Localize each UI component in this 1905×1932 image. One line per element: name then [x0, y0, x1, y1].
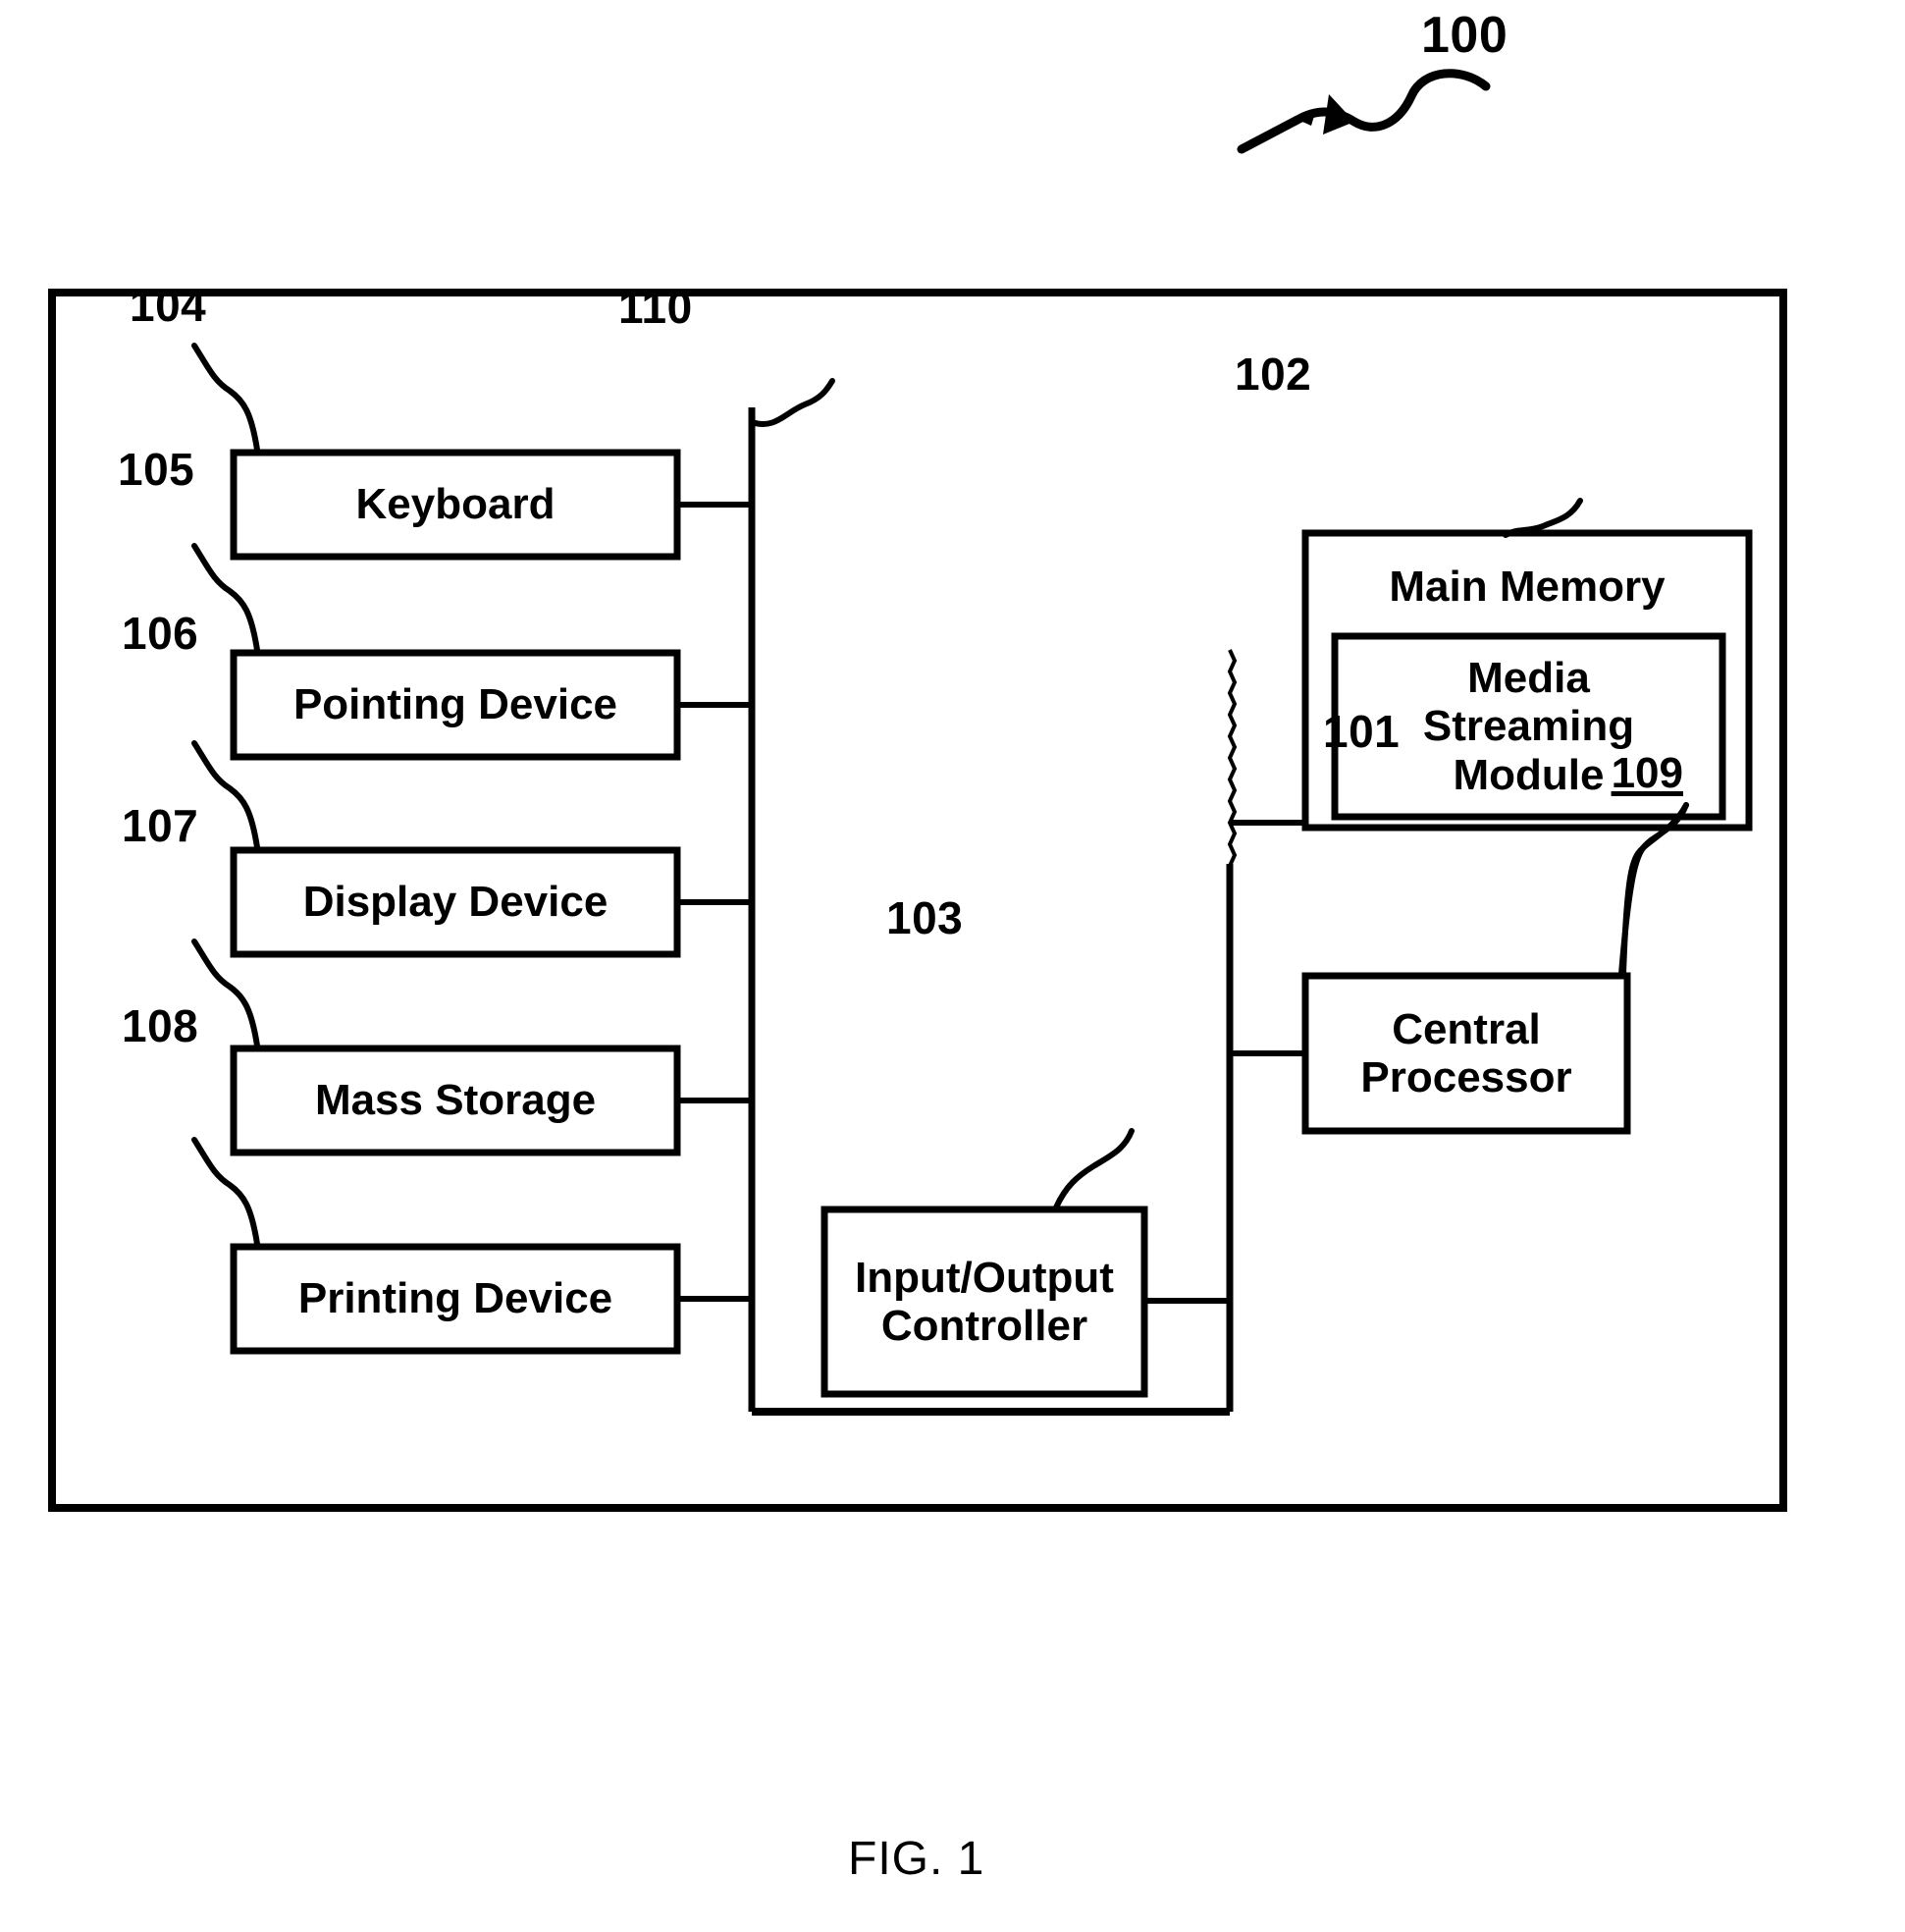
ref-num-system-100: 100 [1421, 7, 1508, 64]
peripheral-bus-connectors [677, 502, 752, 1302]
io-controller-label: Input/Output Controller [855, 1253, 1114, 1350]
bus-right-rail-torn-edge [1227, 649, 1238, 867]
media-streaming-module-ref: 109 [1611, 748, 1683, 797]
system-ref-leader-arrow [1237, 69, 1491, 154]
ref-num-104: 104 [130, 280, 207, 331]
keyboard-label: Keyboard [355, 480, 556, 529]
ref-num-108: 108 [122, 1000, 199, 1051]
ref-num-102: 102 [1235, 349, 1312, 400]
ref-num-103: 103 [886, 892, 964, 943]
ref-num-105: 105 [118, 444, 195, 495]
ref-num-107: 107 [122, 800, 199, 851]
pointing-device-label: Pointing Device [292, 680, 618, 729]
main-memory-label: Main Memory [1389, 563, 1666, 612]
media-streaming-module-text: Media Streaming Module [1422, 654, 1635, 799]
ref-num-110: 110 [618, 282, 693, 333]
central-processor-label: Central Processor [1360, 1004, 1572, 1101]
patent-figure-1: 100 104 105 106 107 108 110 102 101 103 … [0, 0, 1905, 1932]
display-device-label: Display Device [302, 878, 609, 927]
bus-ref-leader [749, 378, 835, 427]
mass-storage-label: Mass Storage [314, 1076, 597, 1125]
ref-num-106: 106 [122, 608, 199, 659]
media-streaming-module-label: Media Streaming Module 109 [1335, 636, 1722, 817]
printing-device-label: Printing Device [297, 1274, 613, 1323]
figure-caption: FIG. 1 [848, 1833, 985, 1885]
diagram-linework [48, 69, 1787, 1512]
cpu-ref-leader [1620, 802, 1689, 977]
